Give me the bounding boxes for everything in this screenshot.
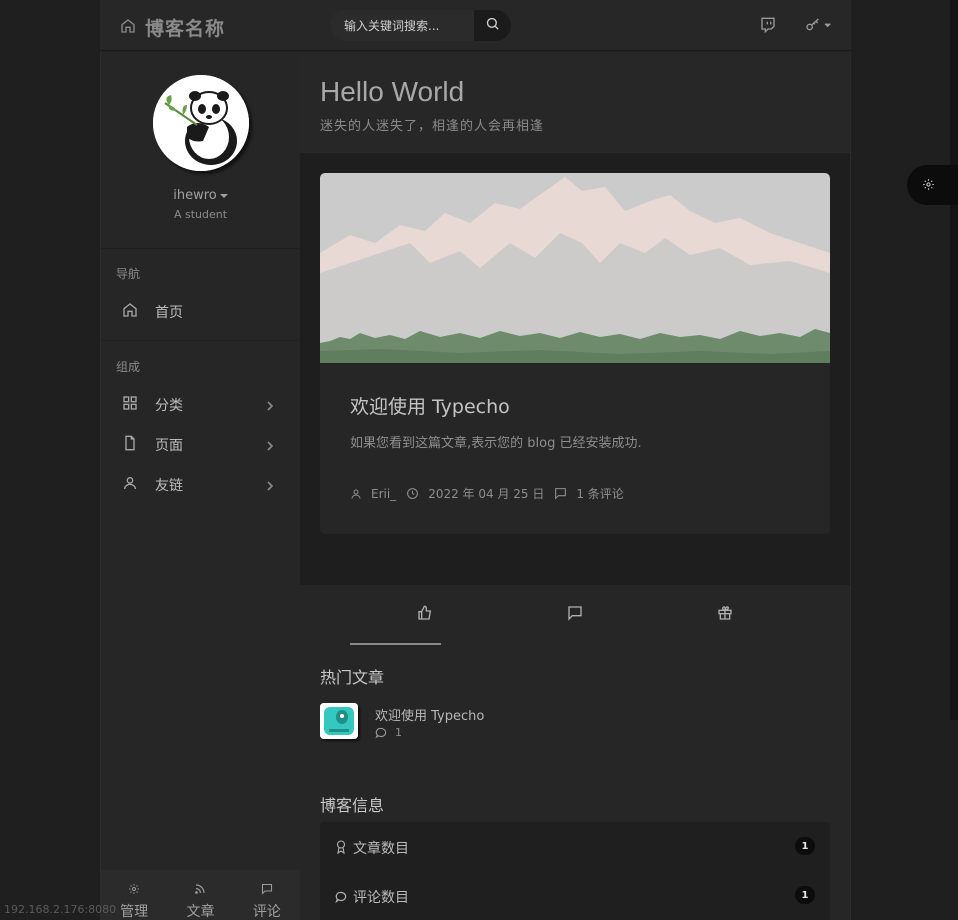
file-icon bbox=[122, 435, 138, 455]
compose-section-title: 组成 bbox=[116, 360, 141, 374]
status-url: 192.168.2.176:8080 bbox=[4, 903, 117, 916]
post-author[interactable]: Erii_ bbox=[371, 487, 396, 501]
info-row-comments[interactable]: 评论数目 1 bbox=[320, 871, 830, 919]
post-meta: Erii_ 2022 年 04 月 25 日 1 条评论 bbox=[350, 485, 634, 502]
username: ihewro bbox=[173, 188, 217, 203]
sidebar-footer: 管理 文章 评论 bbox=[101, 870, 300, 920]
search-input[interactable] bbox=[330, 10, 474, 41]
hot-posts-title: 热门文章 bbox=[320, 668, 385, 687]
top-header: 博客名称 bbox=[100, 0, 851, 51]
nav-section-title: 导航 bbox=[116, 267, 141, 281]
comment-icon bbox=[335, 888, 347, 907]
blog-info-title: 博客信息 bbox=[320, 796, 385, 815]
post-thumbnail bbox=[320, 703, 358, 739]
settings-toggle-button[interactable] bbox=[907, 165, 958, 205]
comment-icon bbox=[375, 727, 387, 738]
hot-post-item[interactable]: 欢迎使用 Typecho 1 bbox=[320, 703, 820, 743]
page-title: Hello World bbox=[320, 76, 465, 107]
hot-post-comment-count: 1 bbox=[395, 726, 402, 739]
sidebar-item-pages[interactable]: 页面 bbox=[101, 426, 300, 460]
brand-name: 博客名称 bbox=[145, 18, 226, 40]
tab-gift[interactable] bbox=[650, 585, 800, 645]
footer-posts[interactable]: 文章 bbox=[167, 870, 233, 920]
hot-post-title: 欢迎使用 Typecho bbox=[375, 709, 485, 724]
info-label: 评论数目 bbox=[353, 890, 409, 906]
footer-comments[interactable]: 评论 bbox=[234, 870, 300, 920]
rss-icon bbox=[194, 880, 206, 899]
user-icon bbox=[122, 475, 138, 495]
sidebar-item-categories[interactable]: 分类 bbox=[101, 386, 300, 420]
brand[interactable]: 博客名称 bbox=[120, 14, 225, 41]
sidebar: ihewro A student 导航 首页 组成 分类 页面 友链 bbox=[101, 52, 300, 920]
chevron-right-icon bbox=[265, 437, 275, 456]
award-icon bbox=[335, 839, 347, 858]
footer-label: 文章 bbox=[186, 904, 215, 920]
blog-info-list: 文章数目 1 评论数目 1 bbox=[320, 822, 830, 920]
active-tab-indicator bbox=[350, 643, 441, 645]
home-icon bbox=[122, 302, 138, 322]
footer-label: 评论 bbox=[252, 904, 281, 920]
footer-label: 管理 bbox=[120, 904, 149, 920]
divider bbox=[101, 340, 300, 341]
search-box bbox=[330, 10, 511, 41]
gear-icon bbox=[128, 880, 140, 899]
page-header: Hello World 迷失的人迷失了，相逢的人会再相逢 bbox=[300, 52, 850, 153]
post-card[interactable]: 欢迎使用 Typecho 如果您看到这篇文章,表示您的 blog 已经安装成功.… bbox=[320, 173, 830, 534]
count-badge: 1 bbox=[795, 886, 815, 904]
page-scrollbar[interactable] bbox=[950, 0, 958, 720]
tab-comments[interactable] bbox=[500, 585, 650, 645]
gear-icon bbox=[922, 176, 935, 195]
tab-popular[interactable] bbox=[350, 585, 500, 645]
sidebar-item-label: 友链 bbox=[155, 478, 183, 494]
post-excerpt: 如果您看到这篇文章,表示您的 blog 已经安装成功. bbox=[350, 436, 642, 451]
comment-icon bbox=[261, 880, 273, 899]
avatar[interactable] bbox=[153, 75, 249, 171]
divider bbox=[101, 248, 300, 249]
comment-icon bbox=[555, 488, 567, 500]
post-date: 2022 年 04 月 25 日 bbox=[428, 487, 545, 501]
sidebar-item-home[interactable]: 首页 bbox=[101, 293, 300, 327]
post-title[interactable]: 欢迎使用 Typecho bbox=[350, 392, 510, 419]
info-label: 文章数目 bbox=[353, 841, 409, 857]
chevron-right-icon bbox=[265, 477, 275, 496]
home-icon bbox=[120, 18, 136, 38]
caret-down-icon bbox=[219, 193, 228, 198]
info-row-posts[interactable]: 文章数目 1 bbox=[320, 822, 830, 870]
twitch-icon[interactable] bbox=[760, 17, 776, 37]
sidebar-item-label: 分类 bbox=[155, 398, 183, 414]
grid-icon bbox=[122, 395, 138, 415]
sidebar-item-label: 首页 bbox=[155, 305, 183, 321]
key-icon[interactable] bbox=[805, 17, 833, 37]
sidebar-item-label: 页面 bbox=[155, 438, 183, 454]
hot-post-comments: 1 bbox=[375, 726, 402, 739]
post-comments[interactable]: 1 条评论 bbox=[576, 485, 623, 502]
chevron-right-icon bbox=[265, 397, 275, 416]
username-dropdown[interactable]: ihewro bbox=[101, 188, 300, 203]
post-banner-image bbox=[320, 173, 830, 363]
thumbs-up-icon bbox=[417, 605, 433, 625]
clock-icon bbox=[407, 488, 419, 499]
gift-icon bbox=[717, 605, 733, 625]
count-badge: 1 bbox=[795, 837, 815, 855]
post-list: 欢迎使用 Typecho 如果您看到这篇文章,表示您的 blog 已经安装成功.… bbox=[300, 153, 850, 585]
widget-area: 热门文章 欢迎使用 Typecho 1 博客信息 文章数目 1 评论数目 1 bbox=[300, 585, 850, 920]
search-icon bbox=[485, 16, 500, 35]
widget-tabs bbox=[350, 585, 800, 645]
user-tagline: A student bbox=[173, 208, 228, 221]
sidebar-item-links[interactable]: 友链 bbox=[101, 466, 300, 500]
comment-icon bbox=[567, 605, 583, 625]
user-icon bbox=[351, 489, 361, 499]
page-subtitle: 迷失的人迷失了，相逢的人会再相逢 bbox=[320, 119, 545, 134]
search-button[interactable] bbox=[474, 10, 511, 41]
